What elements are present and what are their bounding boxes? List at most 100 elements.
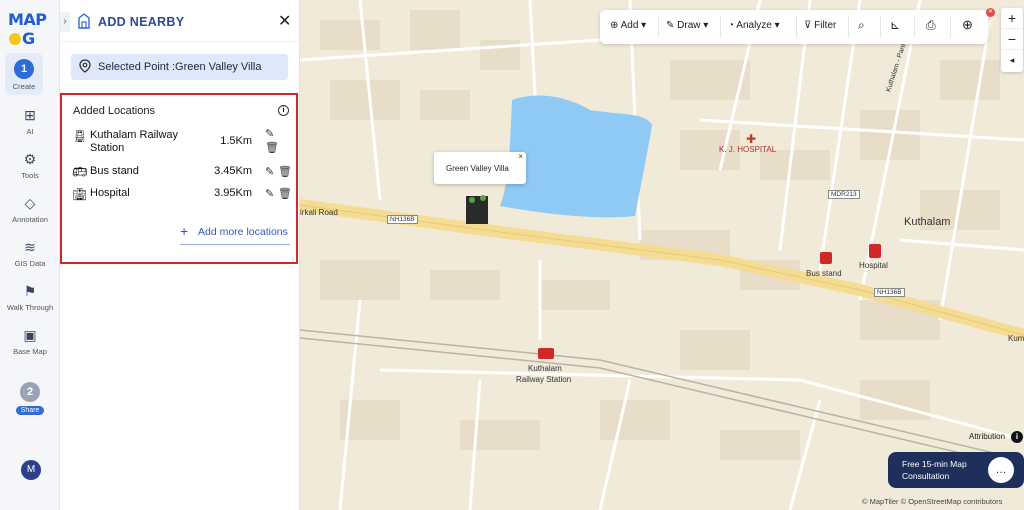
toolbar-analyze-label: Analyze	[736, 20, 772, 31]
mapog-logo[interactable]: MAPG	[8, 10, 59, 48]
compass-button[interactable]: ◂	[1001, 50, 1023, 71]
panel-title: ADD NEARBY	[98, 15, 185, 29]
train-icon: 🚆︎	[72, 129, 88, 143]
location-distance: 3.45Km	[214, 165, 252, 177]
rail-create[interactable]: 1 Create	[5, 53, 43, 95]
paint-bucket-icon: ◇	[24, 195, 36, 211]
rail-walk-through-label: Walk Through	[6, 303, 54, 312]
map-icon: ▣	[23, 327, 37, 343]
rail-share[interactable]: 2 Share	[0, 382, 60, 415]
close-panel-button[interactable]: ✕	[278, 11, 291, 31]
location-name: Bus stand	[90, 165, 139, 177]
selected-point-label: Selected Point :Green Valley Villa	[98, 61, 262, 73]
map-label-railway-2: Railway Station	[516, 375, 572, 384]
rail-walk-through[interactable]: ⚑ Walk Through	[0, 282, 60, 312]
trash-icon[interactable]: 🗑︎	[278, 165, 292, 178]
attribution-info-icon[interactable]: i	[1011, 431, 1023, 443]
rail-gis-data-label: GIS Data	[14, 259, 46, 268]
collapse-panel-button[interactable]: ›	[60, 12, 70, 32]
selected-point-bar[interactable]: Selected Point :Green Valley Villa	[71, 54, 288, 80]
hospital-marker	[869, 244, 881, 258]
popup-title: Green Valley Villa	[446, 164, 509, 173]
location-name: Kuthalam Railway Station	[90, 129, 179, 154]
rail-gis-data[interactable]: ≋ GIS Data	[0, 238, 60, 268]
rail-tools-label: Tools	[21, 171, 39, 180]
edit-icon[interactable]: ✎	[265, 187, 274, 200]
bus-icon: 🚌︎	[72, 165, 88, 179]
location-distance: 3.95Km	[214, 187, 252, 199]
location-row-hospital: 🏥︎ Hospital 3.95Km ✎ 🗑︎	[72, 187, 292, 201]
locate-icon[interactable]: ⊕	[962, 17, 973, 33]
basemap-drawing: ✚	[300, 0, 1024, 510]
train-marker	[538, 348, 554, 359]
popup-close-button[interactable]: ×	[518, 152, 523, 161]
edit-icon[interactable]: ✎	[265, 127, 274, 140]
add-more-label: Add more locations	[198, 226, 288, 238]
location-name: Hospital	[90, 187, 130, 199]
rail-annotation-label: Annotation	[12, 215, 48, 224]
step-1-badge: 1	[14, 59, 34, 79]
rail-annotation[interactable]: ◇ Annotation	[0, 194, 60, 224]
map-toolbar: ⊕ Add ▾ ✎ Draw ▾ ◔ Analyze ▾ ⊽ Filter ⌕ …	[600, 10, 988, 44]
panel-header: › ADD NEARBY ✕	[60, 0, 300, 42]
location-row-railway: 🚆︎ Kuthalam Railway Station 1.5Km ✎ 🗑︎	[72, 127, 292, 155]
map-label-hospital: Hospital	[859, 261, 888, 270]
map-label-railway-1: Kuthalam	[528, 364, 562, 373]
rail-ai-label: AI	[26, 127, 34, 136]
user-avatar[interactable]: M	[21, 460, 41, 480]
edit-icon[interactable]: ✎	[265, 165, 274, 178]
map-label-kj-hospital: K. J. HOSPITAL	[719, 145, 777, 154]
toolbar-add-button[interactable]: ⊕ Add ▾	[610, 20, 646, 31]
toolbar-draw-label: Draw	[677, 20, 701, 31]
add-nearby-panel: › ADD NEARBY ✕ Selected Point :Green Val…	[60, 0, 300, 510]
map-copyright: © MapTiler © OpenStreetMap contributors	[862, 497, 1003, 506]
added-locations-title: Added Locations	[73, 105, 155, 117]
location-row-bus: 🚌︎ Bus stand 3.45Km ✎ 🗑︎	[72, 165, 292, 179]
ai-icon: ⊞	[24, 107, 36, 123]
map-canvas[interactable]: ✚ Green Valley Villa × K. J. HOSPITAL Ku…	[300, 0, 1024, 510]
rail-ai[interactable]: ⊞ AI	[0, 106, 60, 136]
rail-base-map[interactable]: ▣ Base Map	[0, 326, 60, 356]
hospital-cross-icon: ✚	[746, 132, 756, 146]
toolbar-draw-button[interactable]: ✎ Draw ▾	[666, 20, 708, 31]
road-shield: MDR213	[828, 190, 860, 199]
road-shield: NH136B	[387, 215, 418, 224]
share-pill: Share	[15, 406, 45, 415]
map-popup: Green Valley Villa ×	[434, 152, 526, 184]
zoom-out-button[interactable]: −	[1001, 29, 1023, 50]
step-2-badge: 2	[20, 382, 40, 402]
toolbar-filter-button[interactable]: ⊽ Filter	[804, 20, 836, 31]
search-icon[interactable]: ⌕	[858, 18, 865, 33]
consultation-banner[interactable]: Free 15-min Map Consultation …	[888, 452, 1024, 488]
left-rail: MAPG 1 Create ⊞ AI ⚙ Tools ◇ Annotation …	[0, 0, 60, 510]
building-pin-icon	[77, 13, 91, 29]
road-shield: NH136B	[874, 288, 905, 297]
chat-icon[interactable]: …	[988, 457, 1014, 483]
layers-icon: ≋	[24, 239, 36, 255]
map-label-road-left: irkali Road	[300, 208, 338, 217]
print-icon[interactable]: ⎙	[926, 18, 936, 33]
trash-icon[interactable]: 🗑︎	[278, 187, 292, 200]
bus-marker	[820, 252, 832, 264]
info-icon[interactable]: i	[278, 105, 289, 116]
toolbar-filter-label: Filter	[814, 20, 837, 31]
hospital-icon: 🏥︎	[72, 187, 88, 201]
toolbar-close-icon[interactable]: ✕	[986, 8, 995, 17]
rail-create-label: Create	[12, 82, 36, 91]
plus-icon: +	[180, 223, 189, 239]
map-label-kuthalam: Kuthalam	[904, 216, 951, 228]
gear-icon: ⚙	[23, 151, 37, 167]
zoom-in-button[interactable]: +	[1001, 8, 1023, 29]
walking-person-icon: ⚑	[23, 283, 37, 299]
measure-icon[interactable]: ⊾	[890, 18, 900, 32]
attribution-label[interactable]: Attribution	[969, 432, 1005, 441]
rail-base-map-label: Base Map	[13, 347, 47, 356]
added-locations-box: Added Locations i 🚆︎ Kuthalam Railway St…	[60, 93, 298, 264]
location-pin-icon	[79, 59, 91, 73]
add-more-locations-button[interactable]: + Add more locations	[180, 223, 290, 245]
toolbar-analyze-button[interactable]: ◔ Analyze ▾	[728, 20, 780, 31]
rail-tools[interactable]: ⚙ Tools	[0, 150, 60, 180]
trash-icon[interactable]: 🗑︎	[265, 141, 279, 154]
consult-line-2: Consultation	[902, 471, 950, 481]
consult-line-1: Free 15-min Map	[902, 459, 967, 469]
